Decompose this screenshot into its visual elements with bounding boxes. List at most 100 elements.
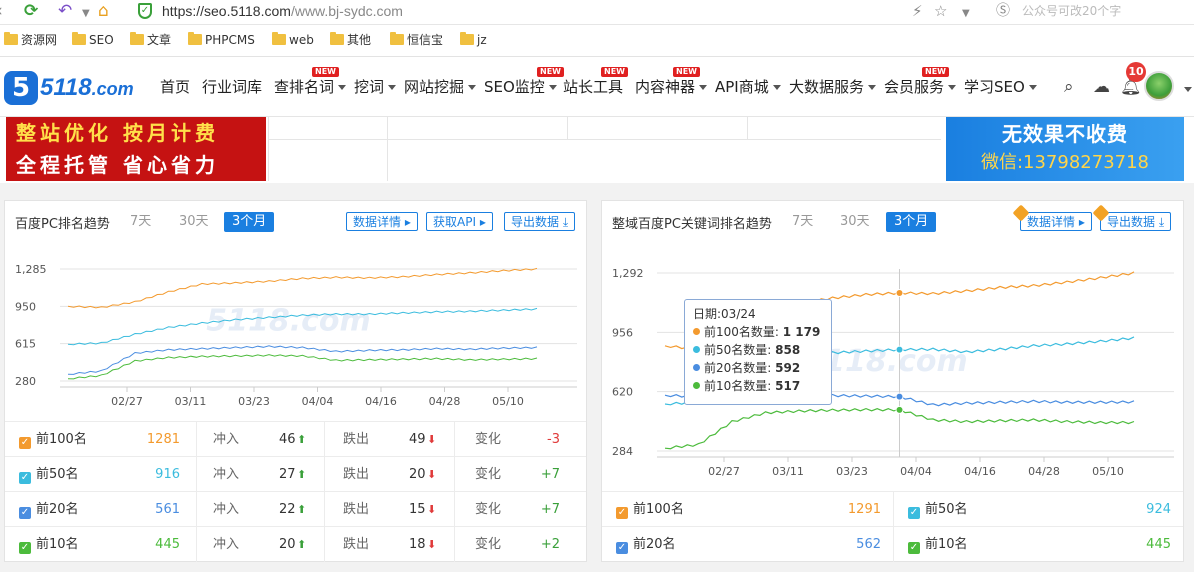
drop-out-value: 15 [409,502,426,517]
search-engine-icon[interactable]: Ⓢ [996,1,1010,21]
nav-item[interactable]: 内容神器 NEW [635,67,708,97]
stats-series-cell[interactable]: ✓ 前20名 561 [5,492,197,527]
stats-row: ✓ 前100名 1281 冲入 46 ⬆ 跌出 49 ⬇ 变化 -3 [5,421,586,457]
range-3m[interactable]: 3个月 [224,212,275,232]
range-30d[interactable]: 30天 [173,212,215,232]
bookmark-folder[interactable]: 文章 [130,32,171,48]
nav-item[interactable]: 网站挖掘 [404,77,477,97]
ad-banner-left[interactable]: 整站优化 按月计费 全程托管 省心省力 [6,117,266,181]
avatar-caret-icon[interactable] [1184,87,1192,92]
avatar[interactable] [1144,71,1174,101]
legend-item[interactable]: ✓ 前10名 445 [894,527,1183,562]
series-line [67,267,538,309]
x-tick-label: 05/10 [1092,465,1124,478]
bookmark-folder[interactable]: 恒信宝 [390,32,443,48]
hover-point [895,405,904,414]
rush-in-label: 冲入 [213,432,240,447]
back-icon[interactable]: ‹ [0,1,3,21]
legend-name: 前50名 [925,502,968,517]
checkbox-icon[interactable]: ✓ [19,542,31,554]
caret-down-icon [548,85,557,90]
bookmark-folder[interactable]: jz [460,32,487,48]
bookmark-folder[interactable]: 其他 [330,32,371,48]
series-line [67,354,538,380]
stats-row: ✓ 前50名 916 冲入 27 ⬆ 跌出 20 ⬇ 变化 +7 [5,456,586,492]
checkbox-icon[interactable]: ✓ [616,542,628,554]
star-icon[interactable]: ☆ [934,1,947,21]
ad-right-line2: 微信:13798273718 [980,152,1150,173]
change-label: 变化 [475,432,502,447]
caret-down-icon [338,85,347,90]
cloud-download-icon[interactable]: ☁ [1093,77,1110,97]
nav-item[interactable]: 站长工具 NEW [563,67,628,97]
data-detail-button[interactable]: 数据详情 ▸ [346,212,418,231]
hover-point [895,392,904,401]
nav-item-label: 内容神器 [635,78,696,96]
checkbox-icon[interactable]: ✓ [19,507,31,519]
bookmark-folder[interactable]: 资源网 [4,32,57,48]
data-detail-button[interactable]: 数据详情 ▸ [1012,204,1092,231]
search-icon[interactable]: ⌕ [1064,77,1074,97]
checkbox-icon[interactable]: ✓ [908,542,920,554]
folder-icon [72,32,86,45]
legend-item[interactable]: ✓ 前20名 562 [602,527,894,562]
watermark-icon: 5118.com [206,304,371,339]
nav-item[interactable]: 首页 [160,77,190,97]
range-7d[interactable]: 7天 [786,212,819,232]
chevron-down-icon[interactable]: ▼ [962,4,970,24]
new-badge: NEW [673,67,700,77]
bookmark-folder[interactable]: PHPCMS [188,32,255,48]
stats-series-cell[interactable]: ✓ 前50名 916 [5,457,197,492]
tooltip-date: 日期:03/24 [693,307,756,321]
refresh-icon[interactable]: ⟳ [24,1,38,21]
url-field[interactable]: https://seo.5118.com/www.bj-sydc.com [162,0,403,22]
export-data-button[interactable]: 导出数据 ⤓ [504,212,576,231]
nav-item-label: SEO监控 [484,78,545,96]
nav-item[interactable]: 查排名词 NEW [274,67,347,97]
nav-item[interactable]: 挖词 [354,77,397,97]
stats-series-cell[interactable]: ✓ 前10名 445 [5,527,197,562]
caret-down-icon [468,85,477,90]
range-7d[interactable]: 7天 [124,212,157,232]
drop-out-label: 跌出 [343,432,370,447]
bookmark-folder[interactable]: SEO [72,32,114,48]
export-data-button[interactable]: 导出数据 ⤓ [1092,204,1172,231]
get-api-button[interactable]: 获取API ▸ [426,212,493,231]
lightning-icon[interactable]: ⚡ [912,1,923,21]
stats-row: ✓ 前20名 561 冲入 22 ⬆ 跌出 15 ⬇ 变化 +7 [5,491,586,527]
x-tick-label: 04/28 [1028,465,1060,478]
caret-down-icon [388,85,397,90]
stats-series-cell[interactable]: ✓ 前100名 1281 [5,422,197,457]
checkbox-icon[interactable]: ✓ [908,507,920,519]
nav-item[interactable]: 学习SEO [964,77,1037,97]
browser-search-input[interactable]: 公众号可改20个字 [1022,0,1121,22]
arrow-down-icon: ⬇ [427,468,437,481]
dropdown-caret-icon[interactable]: ▼ [82,4,90,24]
folder-icon [460,32,474,45]
checkbox-icon[interactable]: ✓ [19,437,31,449]
legend-item[interactable]: ✓ 前100名 1291 [602,492,894,527]
legend-item[interactable]: ✓ 前50名 924 [894,492,1183,527]
range-3m[interactable]: 3个月 [886,212,937,232]
nav-item[interactable]: 行业词库 [202,77,262,97]
ad-banner-right[interactable]: 无效果不收费 微信:13798273718 [946,117,1184,181]
series-name: 前100名 [36,432,87,447]
logo-suffix: .com [91,79,134,99]
new-badge: NEW [537,67,564,77]
range-30d[interactable]: 30天 [834,212,876,232]
change-value: -3 [547,432,560,447]
nav-item[interactable]: 大数据服务 [789,77,877,97]
browser-address-bar: ‹ ⟳ ↶ ▼ ⌂ ✓ https://seo.5118.com/www.bj-… [0,0,1194,25]
bookmark-folder[interactable]: web [272,32,314,48]
legend-name: 前100名 [633,502,684,517]
nav-item[interactable]: SEO监控 NEW [484,67,564,97]
home-icon[interactable]: ⌂ [98,1,109,21]
checkbox-icon[interactable]: ✓ [616,507,628,519]
nav-item[interactable]: 会员服务 NEW [884,67,957,97]
change-label: 变化 [475,502,502,517]
undo-icon[interactable]: ↶ [58,1,72,21]
nav-item[interactable]: API商城 [715,77,781,97]
tooltip-row: 前50名数量: 858 [693,341,823,359]
checkbox-icon[interactable]: ✓ [19,472,31,484]
hover-point [895,345,904,354]
